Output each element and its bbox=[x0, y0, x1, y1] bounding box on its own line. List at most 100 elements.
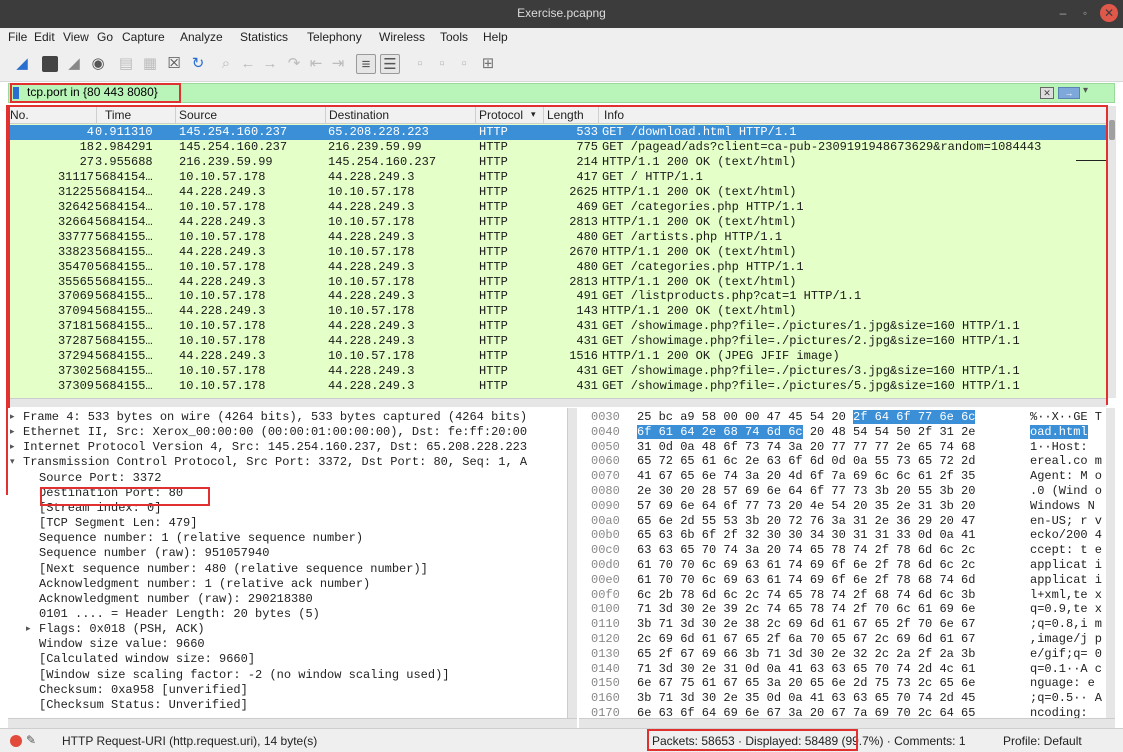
normal-size-icon[interactable]: ▫ bbox=[454, 54, 474, 74]
reload-icon[interactable]: ↻ bbox=[188, 54, 208, 74]
resize-columns-icon[interactable]: ⊞ bbox=[478, 54, 498, 74]
menu-capture[interactable]: Capture bbox=[122, 30, 165, 44]
packet-row[interactable]: 31117 5684154… 10.10.57.178 44.228.249.3 HTT… bbox=[8, 170, 1107, 185]
hex-bytes-selected: 2f 64 6f 77 6e 6c bbox=[853, 410, 976, 424]
menu-view[interactable]: View bbox=[63, 30, 89, 44]
expand-toggle-icon[interactable]: ▾ bbox=[10, 455, 20, 470]
cell-time: 5684155… bbox=[95, 349, 153, 364]
col-info-header[interactable]: Info bbox=[604, 108, 624, 122]
last-packet-icon[interactable]: ⇥ bbox=[328, 54, 348, 74]
cell-time: 5684154… bbox=[95, 199, 153, 214]
detail-text: Ethernet II, Src: Xerox_00:00:00 (00:00:… bbox=[23, 425, 528, 440]
expand-toggle-icon[interactable]: ▸ bbox=[10, 410, 20, 425]
menu-help[interactable]: Help bbox=[483, 30, 508, 44]
col-destination-header[interactable]: Destination bbox=[329, 108, 389, 122]
hex-bytes-part: 2c 69 6d 61 67 65 2f 6a 70 65 67 2c 69 6… bbox=[637, 632, 976, 646]
cell-no: 33823 bbox=[57, 244, 94, 259]
edit-comment-icon[interactable]: ✎ bbox=[26, 733, 36, 747]
menu-telephony[interactable]: Telephony bbox=[307, 30, 362, 44]
packet-row[interactable]: 32664 5684154… 44.228.249.3 10.10.57.178 HTT… bbox=[8, 215, 1107, 230]
details-hscroll[interactable] bbox=[8, 718, 577, 728]
menu-tools[interactable]: Tools bbox=[440, 30, 468, 44]
packet-row[interactable]: 37287 5684155… 10.10.57.178 44.228.249.3 HTT… bbox=[8, 334, 1107, 349]
expand-toggle-icon[interactable]: ▸ bbox=[10, 440, 20, 455]
byte-offset: 0160 bbox=[591, 691, 620, 706]
filter-dropdown-icon[interactable]: ▾ bbox=[1083, 85, 1088, 96]
packet-row[interactable]: 37302 5684155… 10.10.57.178 44.228.249.3 HTT… bbox=[8, 364, 1107, 379]
close-file-icon[interactable]: ☒ bbox=[164, 54, 184, 74]
menu-file[interactable]: File bbox=[8, 30, 27, 44]
filter-clear-icon[interactable]: ✕ bbox=[1040, 87, 1054, 99]
colorize-icon[interactable]: ☰ bbox=[380, 54, 400, 74]
packet-row[interactable]: 35565 5684155… 44.228.249.3 10.10.57.178 HTT… bbox=[8, 275, 1107, 290]
title-bar: Exercise.pcapng – ◦ ✕ bbox=[0, 0, 1123, 28]
details-vscroll[interactable] bbox=[568, 408, 577, 718]
byte-offset: 0060 bbox=[591, 454, 620, 469]
go-to-packet-icon[interactable]: ↷ bbox=[284, 54, 304, 74]
cell-source: 10.10.57.178 bbox=[179, 379, 266, 394]
cell-time: 5684155… bbox=[95, 379, 153, 394]
zoom-in-icon[interactable]: ▫ bbox=[410, 54, 430, 74]
byte-offset: 0150 bbox=[591, 676, 620, 691]
packet-row[interactable]: 27 3.955688 216.239.59.99 145.254.160.237 HT… bbox=[8, 155, 1107, 170]
first-packet-icon[interactable]: ⇤ bbox=[306, 54, 326, 74]
save-file-icon[interactable]: ▦ bbox=[140, 54, 160, 74]
cell-no: 4 bbox=[86, 125, 94, 139]
packet-list-vscroll[interactable] bbox=[1107, 106, 1116, 398]
packet-row[interactable]: 18 2.984291 145.254.160.237 216.239.59.99 HT… bbox=[8, 140, 1107, 155]
menu-go[interactable]: Go bbox=[97, 30, 113, 44]
menu-analyze[interactable]: Analyze bbox=[180, 30, 223, 44]
open-file-icon[interactable]: ▤ bbox=[116, 54, 136, 74]
cell-length: 480 bbox=[576, 259, 598, 274]
menu-wireless[interactable]: Wireless bbox=[379, 30, 425, 44]
scroll-thumb[interactable] bbox=[1109, 120, 1115, 140]
packet-row[interactable]: 4 0.911310 145.254.160.237 65.208.228.223 HT… bbox=[8, 125, 1107, 140]
stop-square-icon[interactable] bbox=[42, 56, 58, 72]
cell-destination: 10.10.57.178 bbox=[328, 349, 415, 364]
restart-fin-icon[interactable]: ◢ bbox=[64, 54, 84, 74]
packet-row[interactable]: 37094 5684155… 44.228.249.3 10.10.57.178 HTT… bbox=[8, 304, 1107, 319]
minimize-icon[interactable]: – bbox=[1054, 4, 1072, 22]
ascii-text: Windows N bbox=[1030, 499, 1095, 514]
zoom-out-icon[interactable]: ▫ bbox=[432, 54, 452, 74]
hex-bytes: 57 69 6e 64 6f 77 73 20 4e 54 20 35 2e 3… bbox=[637, 499, 975, 514]
cell-info: HTTP/1.1 200 OK (text/html) bbox=[602, 184, 797, 199]
bytes-hscroll[interactable] bbox=[579, 718, 1115, 728]
bytes-vscroll[interactable] bbox=[1106, 408, 1115, 718]
packet-row[interactable]: 33777 5684155… 10.10.57.178 44.228.249.3 HTT… bbox=[8, 230, 1107, 245]
menu-statistics[interactable]: Statistics bbox=[240, 30, 288, 44]
menu-edit[interactable]: Edit bbox=[34, 30, 55, 44]
packet-row[interactable]: 37181 5684155… 10.10.57.178 44.228.249.3 HTT… bbox=[8, 319, 1107, 334]
go-back-icon[interactable]: ← bbox=[238, 54, 258, 74]
status-profile[interactable]: Profile: Default bbox=[1003, 734, 1082, 748]
detail-text: Acknowledgment number: 1 (relative ack n… bbox=[39, 576, 371, 591]
expand-toggle-icon[interactable]: ▸ bbox=[10, 425, 20, 440]
maximize-icon[interactable]: ◦ bbox=[1076, 4, 1094, 22]
packet-row[interactable]: 31225 5684154… 44.228.249.3 10.10.57.178 HTT… bbox=[8, 185, 1107, 200]
shark-fin-start-icon[interactable]: ◢ bbox=[12, 54, 32, 74]
col-source-header[interactable]: Source bbox=[179, 108, 217, 122]
col-time-header[interactable]: Time bbox=[105, 108, 131, 122]
capture-options-icon[interactable]: ◉ bbox=[88, 54, 108, 74]
packet-row[interactable]: 37069 5684155… 10.10.57.178 44.228.249.3 HTT… bbox=[8, 289, 1107, 304]
expert-info-icon[interactable] bbox=[10, 735, 22, 747]
cell-destination: 44.228.249.3 bbox=[328, 169, 415, 184]
col-no-header[interactable]: No. bbox=[10, 108, 29, 122]
packet-row[interactable]: 35470 5684155… 10.10.57.178 44.228.249.3 HTT… bbox=[8, 260, 1107, 275]
packet-row[interactable]: 37309 5684155… 10.10.57.178 44.228.249.3 HTT… bbox=[8, 379, 1107, 394]
col-length-header[interactable]: Length bbox=[547, 108, 584, 122]
filter-apply-icon[interactable]: → bbox=[1058, 87, 1080, 99]
find-packet-icon[interactable]: ⌕ bbox=[216, 54, 236, 74]
packet-row[interactable]: 33823 5684155… 44.228.249.3 10.10.57.178 HTT… bbox=[8, 245, 1107, 260]
packet-list-hscroll[interactable] bbox=[8, 398, 1107, 407]
autoscroll-icon[interactable]: ≡ bbox=[356, 54, 376, 74]
hex-bytes: 65 6e 2d 55 53 3b 20 72 76 3a 31 2e 36 2… bbox=[637, 514, 975, 529]
cell-no: 37294 bbox=[57, 349, 94, 364]
packet-row[interactable]: 32642 5684154… 10.10.57.178 44.228.249.3 HTT… bbox=[8, 200, 1107, 215]
packet-row[interactable]: 37294 5684155… 44.228.249.3 10.10.57.178 HTT… bbox=[8, 349, 1107, 364]
close-window-icon[interactable]: ✕ bbox=[1100, 4, 1118, 22]
col-protocol-header[interactable]: Protocol bbox=[479, 108, 523, 122]
cell-no: 18 bbox=[79, 139, 94, 154]
go-forward-icon[interactable]: → bbox=[260, 54, 280, 74]
expand-toggle-icon[interactable]: ▸ bbox=[26, 622, 36, 637]
